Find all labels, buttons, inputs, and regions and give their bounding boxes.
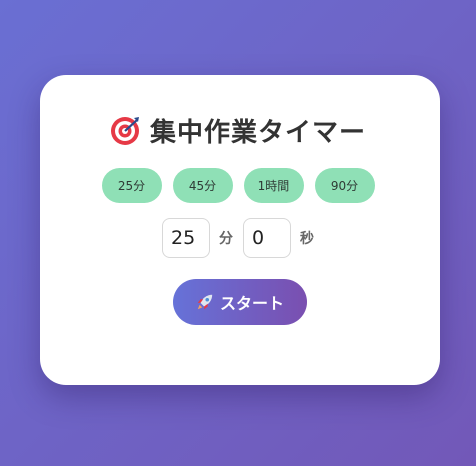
preset-90min-button[interactable]: 90分: [314, 168, 375, 203]
seconds-unit-label: 秒: [300, 231, 314, 247]
minutes-unit-label: 分: [219, 231, 233, 247]
rocket-icon: [197, 294, 213, 310]
title-row: 集中作業タイマー: [0, 112, 476, 149]
preset-25min-button[interactable]: 25分: [101, 168, 162, 203]
minutes-input[interactable]: 25: [162, 218, 210, 258]
target-icon: [110, 116, 139, 145]
preset-buttons: 25分 45分 1時間 90分: [0, 168, 476, 203]
page-title: 集中作業タイマー: [149, 118, 366, 148]
preset-1hour-button[interactable]: 1時間: [243, 168, 304, 203]
seconds-input[interactable]: 0: [243, 218, 291, 258]
start-button-label: スタート: [219, 294, 284, 313]
start-button[interactable]: スタート: [173, 279, 307, 325]
preset-45min-button[interactable]: 45分: [172, 168, 233, 203]
time-input-row: 25 分 0 秒: [0, 218, 476, 258]
